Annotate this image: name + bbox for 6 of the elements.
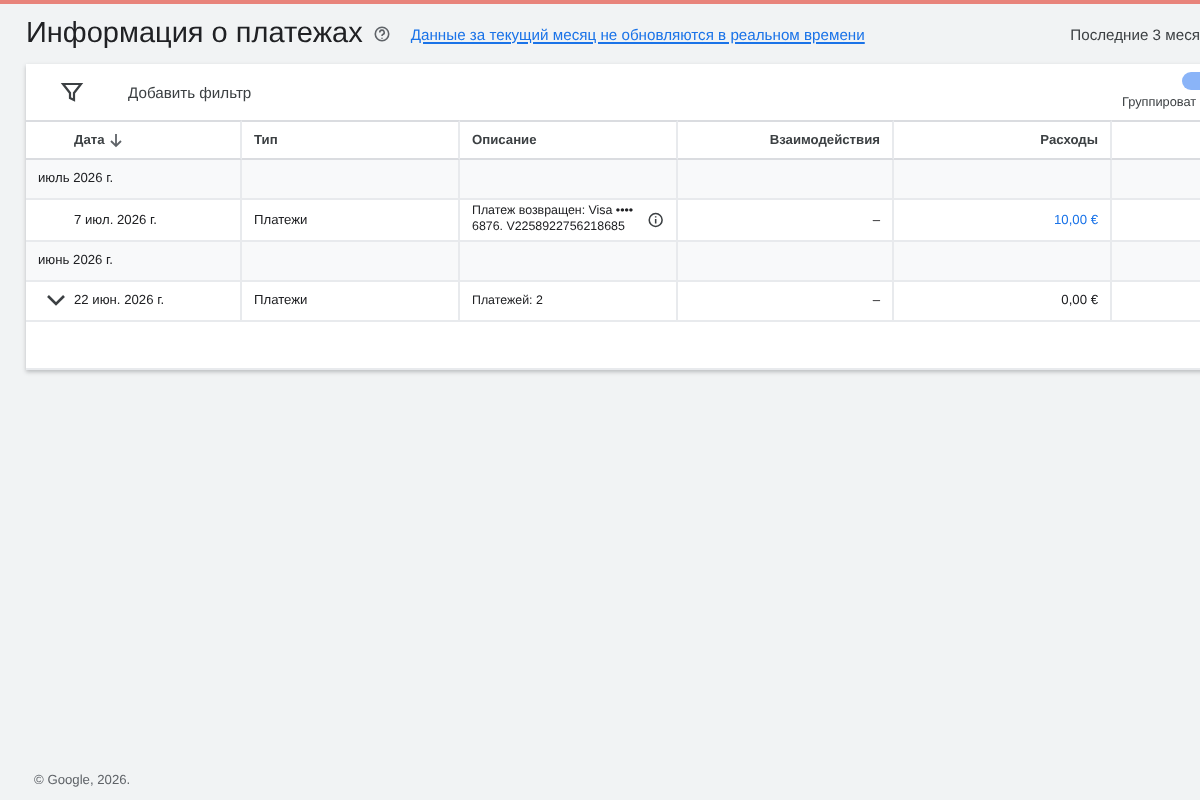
info-icon[interactable]	[648, 212, 664, 229]
sort-arrow-icon	[110, 133, 123, 147]
filter-icon[interactable]	[60, 80, 84, 104]
page-title: Информация о платежах	[26, 18, 363, 50]
chevron-down-icon[interactable]	[46, 294, 66, 309]
help-icon[interactable]	[374, 26, 391, 42]
